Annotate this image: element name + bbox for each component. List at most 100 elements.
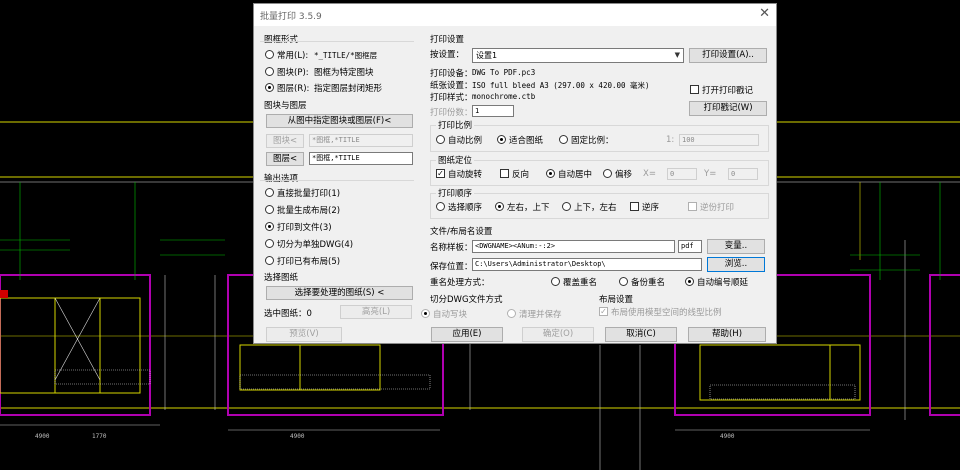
- frame-layer-value: 指定图层封闭矩形: [314, 84, 383, 94]
- order-reverse-label: 逆序: [642, 203, 660, 213]
- order-lr-tb-radio[interactable]: [495, 202, 504, 211]
- output-direct-radio[interactable]: [265, 188, 274, 197]
- page-setup-value: 设置1: [476, 51, 498, 60]
- divider: [260, 41, 414, 42]
- print-back-label: 逆份打印: [700, 203, 735, 213]
- print-settings-header: 打印设置: [430, 35, 465, 45]
- scale-ratio-input[interactable]: 100: [679, 134, 759, 146]
- frame-normal-radio[interactable]: [265, 50, 274, 59]
- ok-button[interactable]: 确定(O): [522, 327, 594, 342]
- reverse-checkbox[interactable]: [500, 169, 509, 178]
- block-layer-header: 图块与图层: [264, 101, 307, 111]
- offset-radio[interactable]: [603, 169, 612, 178]
- scale-fit-label: 适合图纸: [509, 136, 544, 146]
- layer-pick-button[interactable]: 图层<: [266, 152, 304, 166]
- file-naming-header: 文件/布局名设置: [430, 227, 493, 237]
- split-clean-save-radio[interactable]: [507, 309, 516, 318]
- frame-layer-radio[interactable]: [265, 83, 274, 92]
- split-header: 切分DWG文件方式: [430, 295, 503, 305]
- output-layout-label: 批量生成布局(2): [277, 206, 341, 216]
- scale-auto-label: 自动比例: [448, 136, 483, 146]
- copies-input[interactable]: 1: [472, 105, 514, 117]
- position-header: 图纸定位: [436, 154, 475, 166]
- close-icon[interactable]: ✕: [759, 6, 770, 21]
- order-select-radio[interactable]: [436, 202, 445, 211]
- name-template-input[interactable]: <DWGNAME><ANum:-:2>: [472, 240, 675, 253]
- order-tb-lr-radio[interactable]: [562, 202, 571, 211]
- dup-overwrite-radio[interactable]: [551, 277, 560, 286]
- help-button[interactable]: 帮助(H): [688, 327, 766, 342]
- select-drawings-button[interactable]: 选择要处理的图纸(S) <: [266, 286, 413, 300]
- frame-block-radio[interactable]: [265, 67, 274, 76]
- auto-center-label: 自动居中: [558, 170, 593, 180]
- selected-count-label: 选中图纸：0: [264, 309, 312, 319]
- scale-ratio-separator: 1:: [666, 135, 675, 145]
- page-setup-select[interactable]: 设置1 ▼: [472, 48, 684, 63]
- output-existing-radio[interactable]: [265, 256, 274, 265]
- cad-dim-text: 4900: [290, 433, 305, 440]
- preview-button[interactable]: 预览(V): [266, 327, 342, 342]
- reverse-label: 反向: [512, 170, 530, 180]
- cad-dim-text: 4900: [35, 433, 50, 440]
- highlight-button[interactable]: 高亮(L): [340, 305, 412, 319]
- style-label: 打印样式：: [430, 93, 473, 103]
- output-layout-radio[interactable]: [265, 205, 274, 214]
- variable-button[interactable]: 变量..: [707, 239, 765, 254]
- style-value: monochrome.ctb: [472, 92, 536, 101]
- layer-names-input[interactable]: *图框,*TITLE: [309, 152, 413, 165]
- print-setup-button[interactable]: 打印设置(A)..: [689, 48, 767, 63]
- scale-fixed-radio[interactable]: [559, 135, 568, 144]
- offset-label: 偏移: [615, 170, 633, 180]
- print-stamp-checkbox[interactable]: [690, 85, 699, 94]
- paper-value: ISO full bleed A3 (297.00 x 420.00 毫米): [472, 81, 650, 90]
- output-options-header: 输出选项: [264, 174, 299, 184]
- auto-rotate-label: 自动旋转: [448, 170, 483, 180]
- print-back-checkbox[interactable]: [688, 202, 697, 211]
- block-names-input[interactable]: *图框,*TITLE: [309, 134, 413, 147]
- auto-center-radio[interactable]: [546, 169, 555, 178]
- save-path-label: 保存位置：: [430, 262, 473, 272]
- save-path-input[interactable]: C:\Users\Administrator\Desktop\: [472, 258, 702, 271]
- layout-model-scale-label: 布局使用模型空间的线型比例: [611, 308, 722, 318]
- dialog-titlebar: 批量打印 3.5.9 ✕: [254, 4, 776, 26]
- dup-auto-radio[interactable]: [685, 277, 694, 286]
- dialog-title: 批量打印 3.5.9: [260, 12, 322, 22]
- pick-block-layer-button[interactable]: 从图中指定图块或图层(F)<: [266, 114, 413, 128]
- name-template-label: 名称样板：: [430, 243, 473, 253]
- frame-block-label: 图块(P):: [277, 68, 309, 78]
- offset-x-input[interactable]: 0: [667, 168, 697, 180]
- output-split-radio[interactable]: [265, 239, 274, 248]
- offset-y-input[interactable]: 0: [728, 168, 758, 180]
- duplicate-handling-label: 重名处理方式：: [430, 278, 490, 288]
- cancel-button[interactable]: 取消(C): [605, 327, 677, 342]
- batch-print-dialog: 批量打印 3.5.9 ✕ 图框形式 常用(L): *_TITLE/*图框层 图块…: [253, 3, 777, 344]
- order-tb-lr-label: 上下，左右: [574, 203, 617, 213]
- device-label: 打印设备：: [430, 69, 473, 79]
- browse-button[interactable]: 浏览..: [707, 257, 765, 272]
- print-stamp-label: 打开打印戳记: [702, 86, 754, 96]
- dup-backup-radio[interactable]: [619, 277, 628, 286]
- output-file-label: 打印到文件(3): [277, 223, 332, 233]
- dup-overwrite-label: 覆盖重名: [563, 278, 598, 288]
- device-value: DWG To PDF.pc3: [472, 68, 536, 77]
- chevron-down-icon: ▼: [674, 51, 680, 59]
- copies-label: 打印份数：: [430, 108, 473, 118]
- order-select-label: 选择顺序: [448, 203, 483, 213]
- page-setup-label: 按设置：: [430, 50, 465, 60]
- apply-button[interactable]: 应用(E): [431, 327, 503, 342]
- split-auto-block-radio[interactable]: [421, 309, 430, 318]
- paper-label: 纸张设置：: [430, 81, 473, 91]
- auto-rotate-checkbox[interactable]: ✓: [436, 169, 445, 178]
- layout-model-scale-checkbox[interactable]: ✓: [599, 307, 608, 316]
- scale-fit-radio[interactable]: [497, 135, 506, 144]
- frame-block-value: 图框为特定图块: [314, 68, 374, 78]
- scale-fixed-label: 固定比例：: [571, 136, 614, 146]
- scale-auto-radio[interactable]: [436, 135, 445, 144]
- output-existing-label: 打印已有布局(5): [277, 257, 341, 267]
- file-extension-field[interactable]: pdf: [678, 240, 702, 253]
- block-pick-button[interactable]: 图块<: [266, 134, 304, 148]
- order-reverse-checkbox[interactable]: [630, 202, 639, 211]
- print-stamp-button[interactable]: 打印戳记(W): [689, 101, 767, 116]
- scale-header: 打印比例: [436, 119, 475, 131]
- output-file-radio[interactable]: [265, 222, 274, 231]
